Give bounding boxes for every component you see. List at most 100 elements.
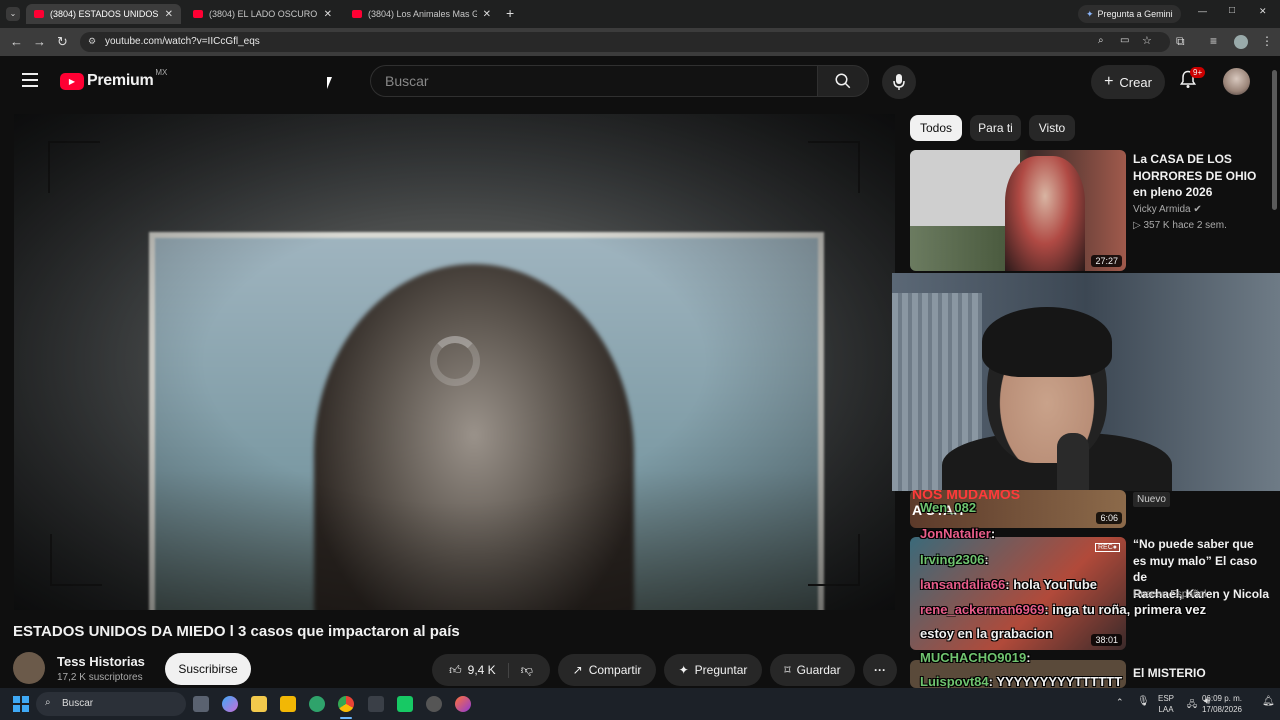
video-title: ESTADOS UNIDOS DA MIEDO l 3 casos que im… [13, 623, 460, 640]
chat-message: rene_ackerman6969: inga tu roña, primera… [920, 602, 1206, 617]
zoom-icon[interactable]: ⌕ [1098, 35, 1104, 46]
gemini-icon: ✦ [1086, 8, 1094, 19]
channel-name[interactable]: Tess Historias [57, 654, 145, 669]
excel-icon[interactable] [368, 696, 384, 712]
chrome-icon[interactable] [338, 696, 354, 712]
bookmark-icon: ⌑ [784, 663, 791, 677]
gemini-label: Pregunta a Gemini [1097, 9, 1173, 19]
sparkle-icon: ✦ [678, 663, 689, 677]
tab-estados-unidos[interactable]: (3804) ESTADOS UNIDOS DA MIEDO ✕ [26, 4, 181, 24]
profile-avatar-icon[interactable] [1234, 35, 1248, 49]
recommendation-meta: ▷ 357 K hace 2 sem. [1133, 220, 1227, 231]
file-explorer-icon[interactable] [280, 696, 296, 712]
gemini-button[interactable]: ✦ Pregunta a Gemini [1078, 5, 1181, 23]
network-icon[interactable]: 🖧︎ [1187, 697, 1197, 713]
chat-text: : [990, 526, 996, 541]
youtube-header: ▶ Premium MX Buscar + Crear 9+ [0, 56, 1280, 108]
subscriber-count: 17,2 K suscriptores [57, 672, 143, 683]
language-indicator[interactable]: ESP LAA [1158, 693, 1174, 715]
extensions-icon[interactable]: ⧉ [1176, 34, 1185, 49]
chat-username: Luispovt84 [920, 674, 989, 689]
chat-text: estoy en la grabacion [920, 626, 1053, 641]
chip-para-ti[interactable]: Para ti [970, 115, 1021, 141]
tray-overflow-icon[interactable]: ⌃ [1116, 697, 1124, 708]
webcam-hair [982, 307, 1112, 377]
save-button[interactable]: ⌑ Guardar [770, 654, 855, 686]
close-window-button[interactable]: ✕ [1259, 6, 1267, 17]
search-button[interactable] [817, 65, 869, 97]
close-tab-icon[interactable]: ✕ [324, 9, 332, 20]
chip-visto[interactable]: Visto [1029, 115, 1075, 141]
copilot-icon[interactable] [222, 696, 238, 712]
title-line: en pleno 2026 [1133, 185, 1213, 199]
chip-todos[interactable]: Todos [910, 115, 962, 141]
chat-text: : inga tu roña, primera vez [1044, 602, 1207, 617]
thumbnail-presenter [1005, 156, 1085, 271]
minimize-button[interactable]: — [1198, 6, 1207, 16]
recommendation-channel[interactable]: Vicky Armida ✔ [1133, 204, 1202, 215]
chat-username: JonNatalier [920, 526, 991, 541]
taskbar-search-input[interactable]: ⌕ Buscar [36, 692, 186, 716]
forward-arrow-icon[interactable]: → [33, 34, 46, 49]
system-clock[interactable]: 06:09 p. m. 17/08/2026 [1202, 693, 1242, 715]
taskbar-search-placeholder: Buscar [62, 698, 94, 709]
tab-animales[interactable]: (3804) Los Animales Mas Grandes ✕ [344, 4, 499, 24]
like-count: 9,4 K [467, 663, 496, 677]
close-tab-icon[interactable]: ✕ [165, 9, 173, 20]
browser-toolbar: ← → ↻ ⚙ youtube.com/watch?v=IICcGfl_eqs … [0, 28, 1280, 56]
chat-message: Wen_082 [920, 500, 976, 515]
active-app-indicator [340, 717, 352, 719]
like-dislike-group: 👍︎ 9,4 K 👎︎ [432, 654, 550, 686]
chat-text: : [984, 552, 989, 567]
thumbnail-mugshot-grid [910, 150, 1020, 226]
hamburger-menu-icon[interactable] [22, 73, 38, 87]
webcam-microphone [1057, 433, 1089, 491]
chat-username: Wen_082 [920, 500, 977, 515]
cast-icon[interactable]: ▭ [1120, 35, 1129, 46]
account-avatar[interactable] [1223, 68, 1250, 95]
task-view-icon[interactable] [193, 696, 209, 712]
recommendation-thumbnail[interactable]: 27:27 [910, 150, 1126, 271]
ask-button[interactable]: ✦ Preguntar [664, 654, 762, 686]
tab-search-dropdown-icon[interactable]: ⌄ [6, 7, 20, 21]
close-tab-icon[interactable]: ✕ [483, 9, 491, 20]
clock-date: 17/08/2026 [1201, 705, 1242, 714]
youtube-logo[interactable]: ▶ Premium MX [60, 68, 167, 90]
create-label: Crear [1119, 74, 1152, 90]
chat-message: JonNatalier: [920, 526, 995, 541]
edge-icon[interactable] [309, 696, 325, 712]
more-actions-button[interactable]: ··· [863, 654, 897, 686]
reload-icon[interactable]: ↻ [57, 34, 68, 50]
youtube-favicon-icon [352, 10, 362, 18]
like-button[interactable]: 👍︎ 9,4 K [449, 662, 509, 678]
video-duration: 27:27 [1091, 255, 1122, 267]
logo-text: Premium [87, 72, 154, 89]
tray-app-icon[interactable]: 🎙︎ [1137, 696, 1150, 707]
chat-username: lansandalia66 [920, 577, 1006, 592]
green-app-icon[interactable] [397, 696, 413, 712]
share-button[interactable]: ↗ Compartir [558, 654, 656, 686]
site-info-icon[interactable]: ⚙ [88, 36, 96, 47]
firefox-icon[interactable] [455, 696, 471, 712]
recommendation-title[interactable]: La CASA DE LOS HORRORES DE OHIO en pleno… [1133, 151, 1273, 201]
create-button[interactable]: + Crear [1091, 65, 1165, 99]
notifications-bell-icon[interactable]: 🔔︎ [1262, 696, 1275, 707]
video-player[interactable] [14, 114, 895, 610]
search-input[interactable]: Buscar [370, 65, 818, 97]
maximize-button[interactable]: □ [1229, 5, 1235, 16]
store-icon[interactable] [251, 696, 267, 712]
windows-start-icon[interactable] [13, 696, 29, 712]
thumbs-down-icon[interactable]: 👎︎ [521, 663, 533, 678]
notifications-button[interactable]: 9+ [1178, 67, 1206, 93]
url-bar[interactable]: ⚙ youtube.com/watch?v=IICcGfl_eqs ⌕ ▭ ☆ [80, 32, 1170, 52]
settings-app-icon[interactable] [426, 696, 442, 712]
subscribe-button[interactable]: Suscribirse [165, 653, 251, 685]
new-tab-button[interactable]: + [506, 5, 514, 21]
reading-list-icon[interactable]: ≡ [1210, 34, 1217, 48]
tab-lado-oscuro[interactable]: (3804) EL LADO OSCURO DE LOS ✕ [185, 4, 340, 24]
back-arrow-icon[interactable]: ← [10, 34, 23, 49]
browser-menu-icon[interactable]: ⋮ [1261, 34, 1273, 48]
voice-search-button[interactable] [882, 65, 916, 99]
channel-avatar[interactable] [13, 652, 45, 684]
bookmark-star-icon[interactable]: ☆ [1142, 34, 1152, 47]
